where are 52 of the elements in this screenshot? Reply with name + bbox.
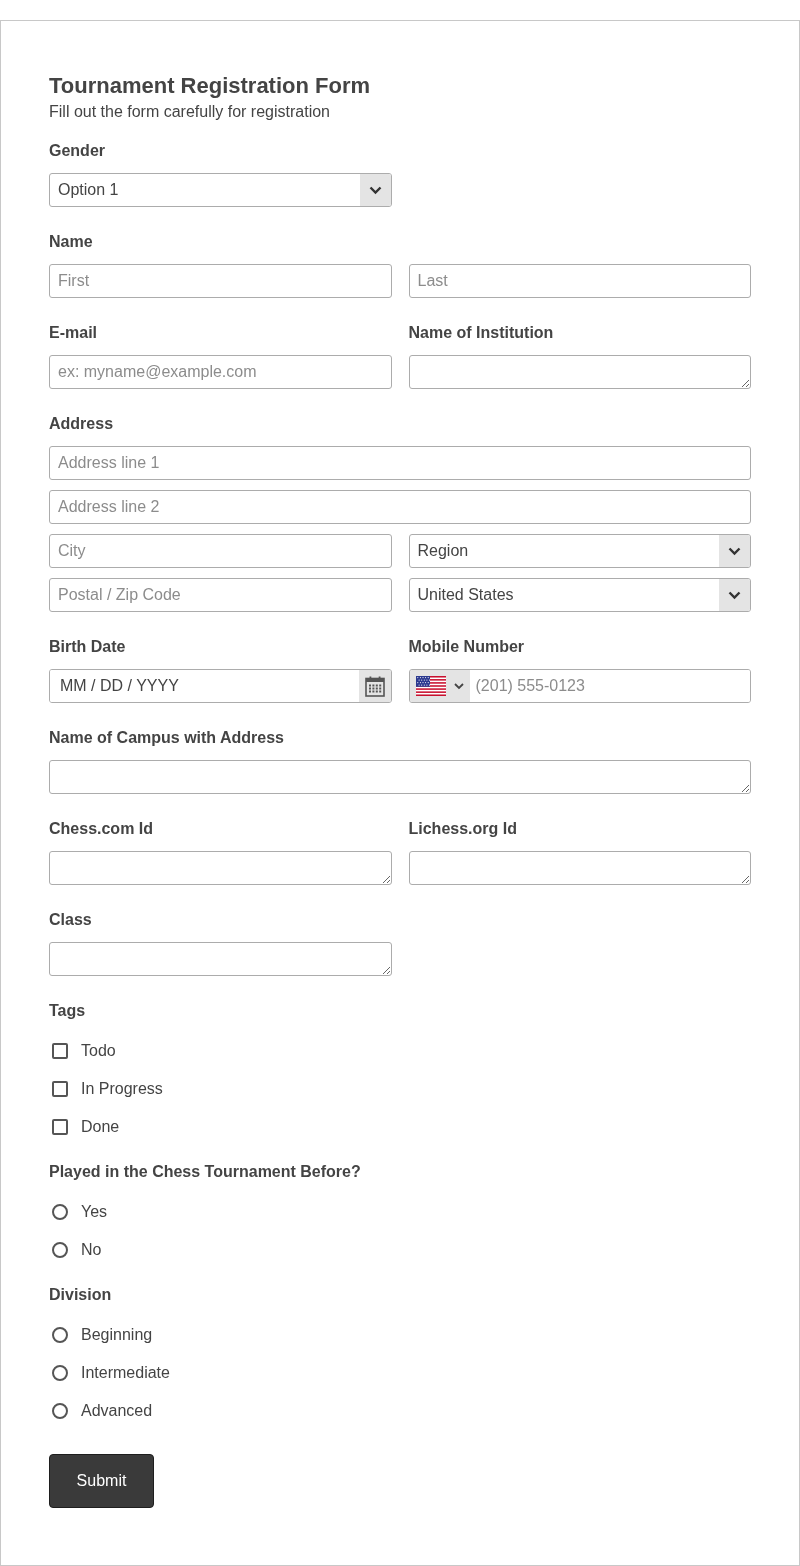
submit-button[interactable]: Submit [49, 1454, 154, 1508]
checkbox[interactable] [52, 1043, 68, 1059]
field-label: Lichess.org Id [408, 819, 518, 839]
city-input[interactable]: City [49, 534, 392, 568]
last-name-input[interactable]: Last [408, 264, 751, 298]
first-name-input[interactable]: First [49, 264, 392, 298]
radio-button[interactable] [52, 1403, 68, 1419]
radio-label[interactable]: Intermediate [81, 1362, 170, 1384]
region-select[interactable]: Region [408, 534, 751, 568]
checkbox[interactable] [52, 1119, 68, 1135]
field-label: Name [49, 232, 94, 252]
chevron-down-icon [719, 535, 750, 567]
us-flag-icon [415, 676, 446, 696]
address-line-input[interactable]: Address line 1 [49, 446, 751, 480]
form-title: Tournament Registration Form [49, 72, 372, 100]
field-label: Name of Campus with Address [49, 728, 285, 748]
field-label: Mobile Number [408, 637, 526, 657]
field-label: Name of Institution [408, 323, 555, 343]
date-field[interactable]: MM / DD / YYYY [49, 669, 392, 703]
radio-button[interactable] [52, 1242, 68, 1258]
field-label: Class [49, 910, 93, 930]
caret-icon [453, 682, 464, 690]
field-label: Tags [49, 1001, 87, 1021]
chevron-down-icon [359, 174, 391, 206]
field-label: Chess.com Id [49, 819, 155, 839]
chevron-down-icon [719, 579, 750, 611]
checkbox-label[interactable]: Done [81, 1116, 120, 1138]
checkbox-label[interactable]: Todo [81, 1040, 116, 1062]
phone-field[interactable]: (201) 555-0123 [408, 669, 751, 703]
checkbox[interactable] [52, 1081, 68, 1097]
radio-label[interactable]: Beginning [81, 1324, 153, 1346]
field-label: Address [49, 414, 115, 434]
country-select[interactable]: United States [408, 578, 751, 612]
gender-select[interactable]: Option 1 [49, 173, 392, 207]
checkbox-label[interactable]: In Progress [81, 1078, 163, 1100]
field-label: Played in the Chess Tournament Before? [49, 1162, 362, 1182]
email-input[interactable]: ex: myname@example.com [49, 355, 392, 389]
field-label: Division [49, 1285, 113, 1305]
radio-button[interactable] [52, 1327, 68, 1343]
postal-code-input[interactable]: Postal / Zip Code [49, 578, 392, 612]
calendar-icon[interactable] [358, 670, 391, 702]
radio-label[interactable]: Yes [81, 1201, 108, 1223]
radio-button[interactable] [52, 1365, 68, 1381]
field-label: Gender [49, 141, 106, 161]
country-code-picker[interactable] [409, 670, 470, 702]
form-subtitle: Fill out the form carefully for registration [49, 102, 331, 122]
field-label: E-mail [49, 323, 98, 343]
radio-label[interactable]: Advanced [81, 1400, 153, 1422]
radio-button[interactable] [52, 1204, 68, 1220]
radio-label[interactable]: No [81, 1239, 102, 1261]
field-label: Birth Date [49, 637, 127, 657]
address-line-input[interactable]: Address line 2 [49, 490, 751, 524]
